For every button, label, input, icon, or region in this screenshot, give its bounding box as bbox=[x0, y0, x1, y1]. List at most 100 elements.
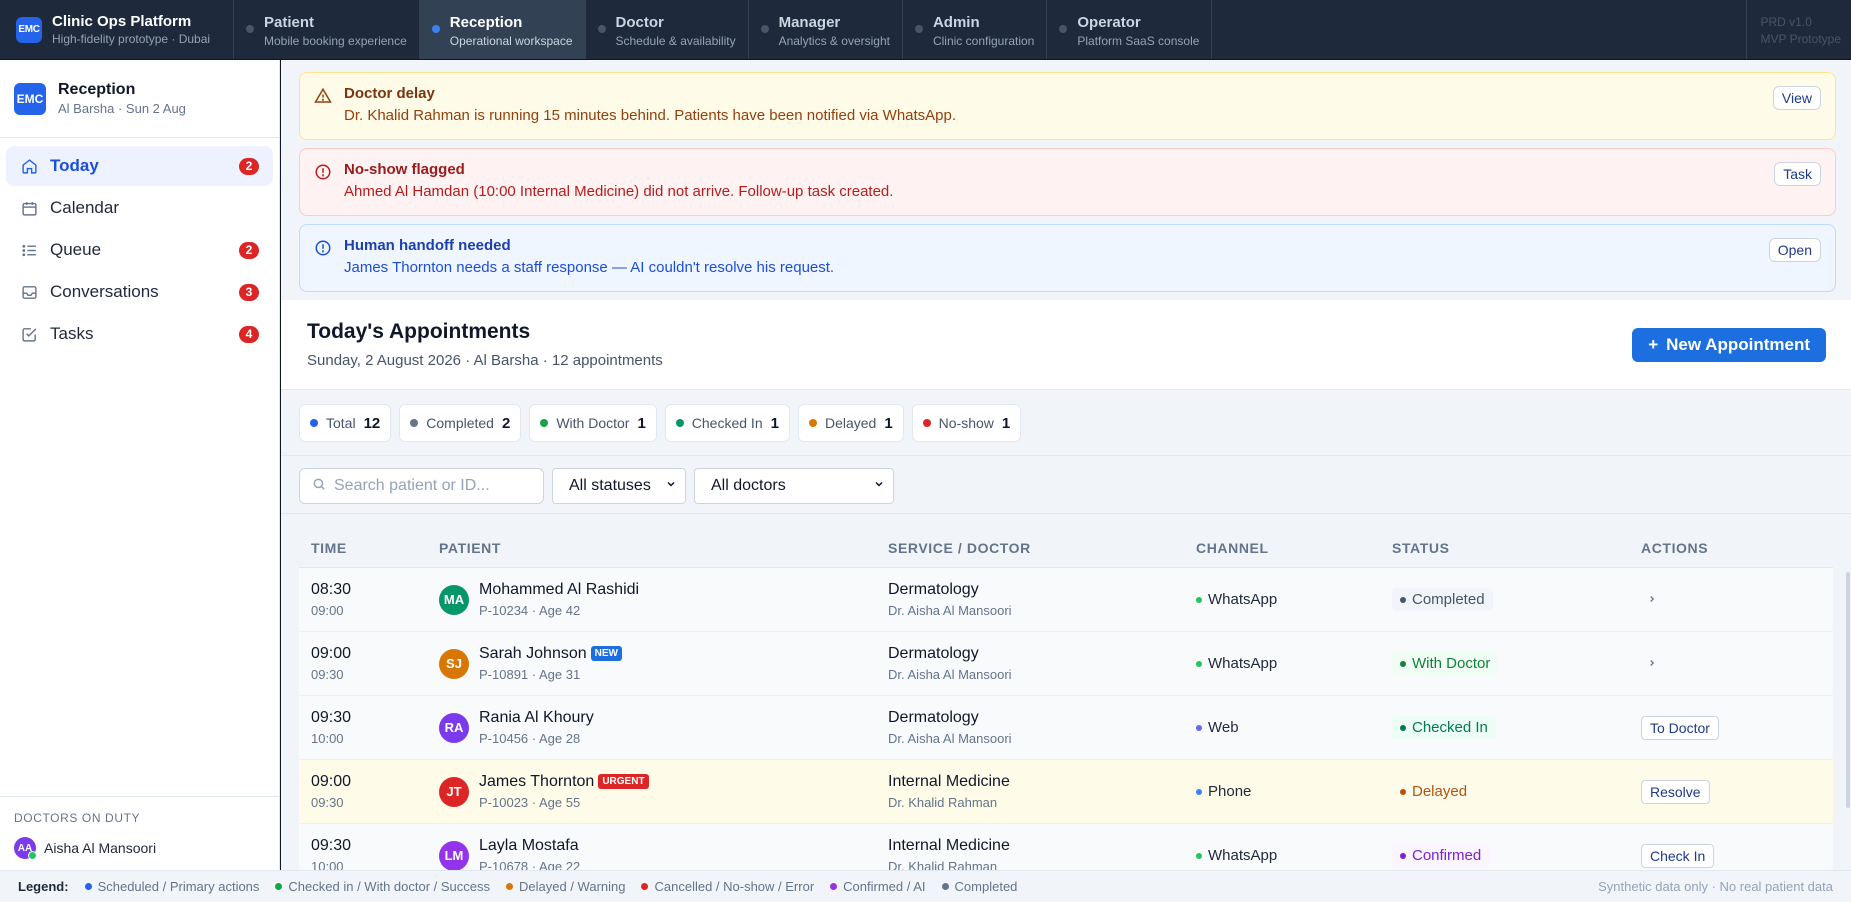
top-bar: EMC Clinic Ops Platform High-fidelity pr… bbox=[0, 0, 1851, 60]
sidebar-item-queue[interactable]: Queue 2 bbox=[6, 230, 273, 270]
doctor-name: Dr. Aisha Al Mansoori bbox=[888, 603, 1012, 618]
scrollbar[interactable] bbox=[1846, 572, 1850, 808]
stat-label: Delayed bbox=[824, 415, 877, 431]
alert-text: James Thornton needs a staff response — … bbox=[344, 259, 835, 276]
duty-doctor[interactable]: AA Aisha Al Mansoori bbox=[14, 837, 265, 860]
appointments-table: Time Patient Service / Doctor Channel Status… bbox=[281, 514, 1851, 870]
patient-name[interactable]: Mohammed Al Rashidi bbox=[479, 581, 639, 598]
search-icon bbox=[312, 477, 326, 496]
channel-label: WhatsApp bbox=[1208, 655, 1278, 672]
patient-name-line: Rania Al Khoury bbox=[479, 709, 594, 727]
status-select-value: All statuses bbox=[569, 477, 651, 494]
stat-chip-checked-in[interactable]: Checked In 1 bbox=[664, 404, 790, 442]
stat-chip-total[interactable]: Total 12 bbox=[299, 404, 392, 442]
stat-value: 1 bbox=[884, 414, 893, 432]
patient-name[interactable]: Rania Al Khoury bbox=[479, 709, 594, 726]
end-time: 09:30 bbox=[311, 795, 344, 810]
table-header: Time Patient Service / Doctor Channel Status… bbox=[299, 528, 1833, 568]
sidebar-title: Reception bbox=[58, 81, 136, 98]
check-in-button[interactable]: Check In bbox=[1641, 843, 1715, 868]
status-label: With Doctor bbox=[1412, 655, 1491, 672]
end-time: 09:00 bbox=[311, 603, 344, 618]
app-logo: EMC bbox=[16, 16, 42, 43]
channel-dot bbox=[1196, 852, 1202, 859]
role-dot bbox=[914, 25, 923, 33]
alert-open-button[interactable]: Open bbox=[1768, 238, 1821, 262]
stat-chip-with-doctor[interactable]: With Doctor 1 bbox=[529, 404, 657, 442]
sidebar-item-conversations[interactable]: Conversations 3 bbox=[6, 272, 273, 312]
new-appointment-button[interactable]: + New Appointment bbox=[1632, 327, 1826, 362]
tab-operator[interactable]: Operator Platform SaaS console bbox=[1046, 0, 1213, 59]
stat-chips: Total 12 Completed 2 With Doctor 1 Checked In 1… bbox=[281, 390, 1851, 456]
stat-chip-completed[interactable]: Completed 2 bbox=[399, 404, 522, 442]
status-select[interactable]: All statuses bbox=[552, 468, 686, 504]
patient-meta: P-10234 · Age 42 bbox=[479, 603, 581, 618]
time-cell: 08:30 09:00 bbox=[311, 581, 439, 618]
actions-cell: Check In bbox=[1641, 843, 1831, 868]
sidebar-item-today[interactable]: Today 2 bbox=[6, 146, 273, 186]
role-subtitle: Schedule & availability bbox=[615, 34, 736, 48]
status-label: Delayed bbox=[1412, 783, 1468, 800]
status-dot bbox=[1400, 724, 1406, 731]
tab-patient[interactable]: Patient Mobile booking experience bbox=[233, 0, 419, 59]
channel-dot bbox=[1196, 660, 1202, 667]
status-badge: With Doctor bbox=[1392, 652, 1499, 675]
patient-meta: P-10891 · Age 31 bbox=[479, 667, 581, 682]
search-input[interactable] bbox=[334, 477, 524, 495]
patient-name-line: Sarah Johnson NEW bbox=[479, 645, 622, 663]
stat-label: Checked In bbox=[691, 415, 763, 431]
duty-heading: Doctors on duty bbox=[14, 811, 141, 825]
table-row[interactable]: 08:30 09:00 MA Mohammed Al Rashidi P-10234 ·… bbox=[299, 568, 1833, 632]
doctors-on-duty: Doctors on duty AA Aisha Al Mansoori bbox=[0, 796, 279, 870]
alert-view-button[interactable]: View bbox=[1772, 86, 1821, 110]
column-header: Patient bbox=[439, 539, 502, 556]
status-dot bbox=[1400, 852, 1406, 859]
calendar-icon bbox=[20, 199, 38, 217]
service-cell: Internal Medicine Dr. Khalid Rahman bbox=[888, 773, 1196, 810]
search-box[interactable] bbox=[299, 468, 544, 504]
table-row[interactable]: 09:00 09:30 JT James Thornton URGENT P-10023 … bbox=[299, 760, 1833, 824]
data-disclaimer: Synthetic data only · No real patient da… bbox=[1598, 879, 1833, 894]
alert-task-button[interactable]: Task bbox=[1774, 162, 1821, 186]
stat-value: 1 bbox=[637, 414, 646, 432]
chevron-right-icon[interactable] bbox=[1641, 591, 1657, 607]
clinic-logo: EMC bbox=[14, 82, 46, 115]
table-row[interactable]: 09:00 09:30 SJ Sarah Johnson NEW P-10891 · Ag… bbox=[299, 632, 1833, 696]
stat-chip-delayed[interactable]: Delayed 1 bbox=[797, 404, 904, 442]
sidebar-item-tasks[interactable]: Tasks 4 bbox=[6, 314, 273, 354]
service-name: Internal Medicine bbox=[888, 773, 1010, 790]
tab-doctor[interactable]: Doctor Schedule & availability bbox=[584, 0, 748, 59]
tab-manager[interactable]: Manager Analytics & oversight bbox=[747, 0, 902, 59]
alert-text: Ahmed Al Hamdan (10:00 Internal Medicine… bbox=[344, 183, 894, 200]
tab-reception[interactable]: Reception Operational workspace bbox=[418, 0, 585, 59]
status-badge: Completed bbox=[1392, 588, 1493, 611]
role-name: Admin bbox=[932, 14, 980, 31]
stat-value: 1 bbox=[770, 414, 779, 432]
table-row[interactable]: 09:30 10:00 RA Rania Al Khoury P-10456 · Age… bbox=[299, 696, 1833, 760]
table-row[interactable]: 09:30 10:00 LM Layla Mostafa P-10678 · Age 2… bbox=[299, 824, 1833, 870]
avatar: MA bbox=[439, 584, 469, 615]
alert-body: Doctor delay Dr. Khalid Rahman is running… bbox=[344, 85, 1773, 124]
doctor-name: Dr. Aisha Al Mansoori bbox=[888, 667, 1012, 682]
chevron-right-icon[interactable] bbox=[1641, 655, 1657, 671]
patient-name[interactable]: Sarah Johnson bbox=[479, 645, 587, 662]
stat-chip-no-show[interactable]: No-show 1 bbox=[911, 404, 1022, 442]
resolve-button[interactable]: Resolve bbox=[1641, 779, 1710, 804]
sidebar-item-calendar[interactable]: Calendar bbox=[6, 188, 273, 228]
status-label: Completed bbox=[1412, 591, 1485, 608]
status-cell: Confirmed bbox=[1392, 844, 1641, 867]
status-dot bbox=[1400, 596, 1406, 603]
status-dot bbox=[922, 419, 931, 427]
info-circle-icon bbox=[314, 239, 332, 257]
start-time: 09:30 bbox=[311, 709, 352, 726]
legend-dot bbox=[941, 883, 949, 890]
avatar: AA bbox=[14, 837, 37, 860]
patient-name[interactable]: Layla Mostafa bbox=[479, 837, 579, 854]
tab-admin[interactable]: Admin Clinic configuration bbox=[901, 0, 1046, 59]
doctor-select[interactable]: All doctors bbox=[694, 468, 894, 504]
patient-name[interactable]: James Thornton bbox=[479, 773, 594, 790]
legend-dot bbox=[641, 883, 649, 890]
legend-label: Completed bbox=[954, 879, 1018, 894]
patient-cell: JT James Thornton URGENT P-10023 · Age 55 bbox=[439, 773, 888, 810]
to-doctor-button[interactable]: To Doctor bbox=[1641, 715, 1719, 740]
